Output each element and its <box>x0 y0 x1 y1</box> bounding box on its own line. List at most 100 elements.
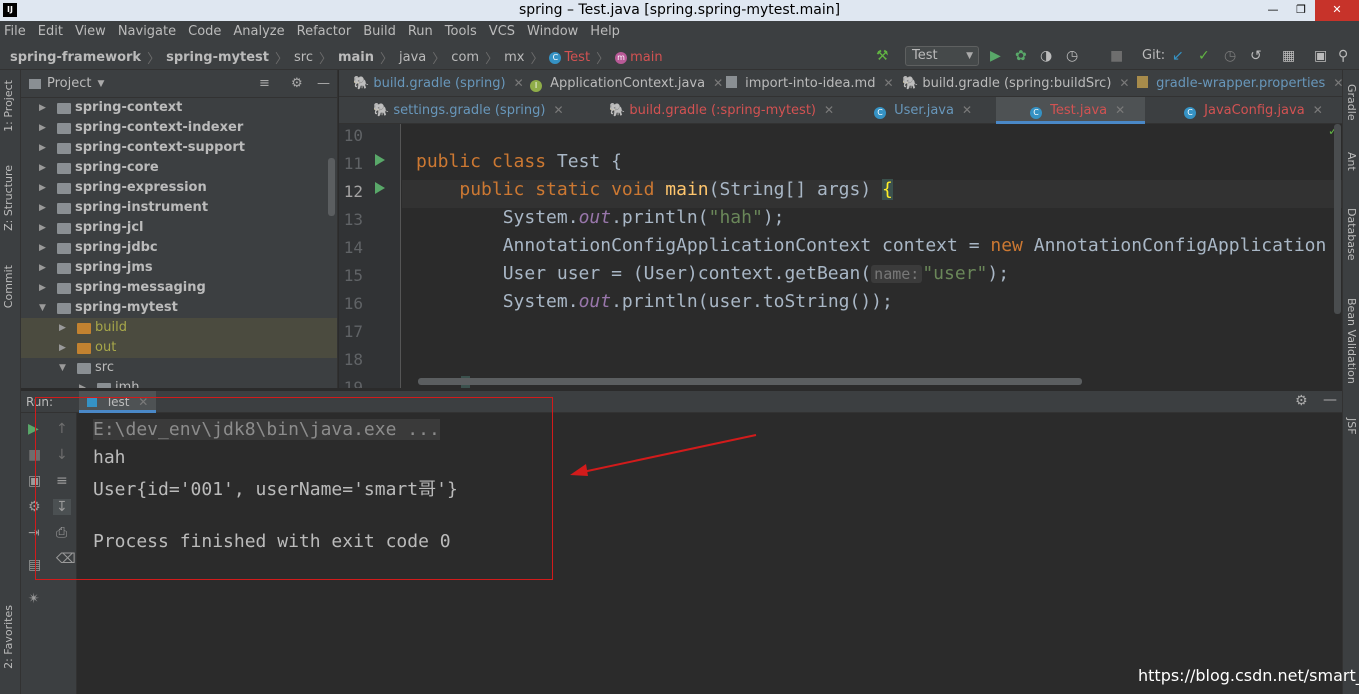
run-class-gutter-icon[interactable] <box>375 154 385 166</box>
project-panel-title[interactable]: Project <box>47 76 91 91</box>
editor-horizontal-scrollbar[interactable] <box>418 378 1082 385</box>
menu-code[interactable]: Code <box>188 24 221 39</box>
chevron-right-icon[interactable]: ▶ <box>39 138 46 158</box>
editor-vertical-scrollbar[interactable] <box>1334 124 1341 314</box>
git-commit-icon[interactable]: ✓ <box>1198 48 1210 64</box>
favorites-tool-tab[interactable]: 2: Favorites <box>2 605 15 669</box>
stop-icon[interactable]: ■ <box>1110 48 1123 64</box>
coverage-icon[interactable]: ◑ <box>1040 48 1052 64</box>
chevron-right-icon[interactable]: ▶ <box>39 258 46 278</box>
jsf-tool-tab[interactable]: JSF <box>1345 418 1358 435</box>
project-tree-item[interactable]: ▶ spring-jms <box>21 258 337 278</box>
chevron-right-icon[interactable]: ▶ <box>39 158 46 178</box>
tab-javaconfig-java[interactable]: C JavaConfig.java ✕ <box>1184 97 1323 124</box>
menu-analyze[interactable]: Analyze <box>233 24 284 39</box>
close-icon[interactable]: ✕ <box>713 76 723 90</box>
git-update-icon[interactable]: ↙ <box>1172 48 1184 64</box>
close-icon[interactable]: ✕ <box>514 76 524 90</box>
crumb-spring-mytest[interactable]: spring-mytest <box>166 50 269 65</box>
close-icon[interactable]: ✕ <box>1333 76 1343 90</box>
debug-icon[interactable]: ✿ <box>1015 48 1027 64</box>
chevron-right-icon[interactable]: ▶ <box>39 178 46 198</box>
project-tree-item[interactable]: ▶ spring-instrument <box>21 198 337 218</box>
menu-build[interactable]: Build <box>363 24 396 39</box>
hide-panel-icon[interactable]: — <box>1323 392 1337 408</box>
menu-file[interactable]: File <box>4 24 26 39</box>
git-history-icon[interactable]: ◷ <box>1224 48 1236 64</box>
chevron-down-icon[interactable]: ▼ <box>59 358 66 378</box>
chevron-right-icon[interactable]: ▶ <box>39 238 46 258</box>
close-icon[interactable]: ✕ <box>1115 103 1125 117</box>
close-icon[interactable]: ✕ <box>883 76 893 90</box>
run-configuration-select[interactable]: Test ▼ <box>905 46 979 66</box>
crumb-main[interactable]: main <box>338 50 374 65</box>
close-icon[interactable]: ✕ <box>824 103 834 117</box>
menu-help[interactable]: Help <box>590 24 620 39</box>
project-tree-item[interactable]: ▶ spring-core <box>21 158 337 178</box>
project-tree-item[interactable]: ▶ jmh <box>21 378 337 388</box>
crumb-com[interactable]: com <box>451 50 479 65</box>
close-icon[interactable]: ✕ <box>962 103 972 117</box>
crumb-spring-framework[interactable]: spring-framework <box>10 50 141 65</box>
tab-user-java[interactable]: C User.java ✕ <box>874 97 972 124</box>
gradle-tool-tab[interactable]: Gradle <box>1345 84 1358 121</box>
bean-validation-tool-tab[interactable]: Bean Validation <box>1345 298 1358 384</box>
menu-refactor[interactable]: Refactor <box>297 24 352 39</box>
ant-tool-tab[interactable]: Ant <box>1345 152 1358 171</box>
presentation-icon[interactable]: ▣ <box>1314 48 1327 64</box>
crumb-src[interactable]: src <box>294 50 313 65</box>
menu-vcs[interactable]: VCS <box>489 24 515 39</box>
pin-icon[interactable]: ✴ <box>28 591 40 607</box>
chevron-right-icon[interactable]: ▶ <box>39 218 46 238</box>
run-icon[interactable]: ▶ <box>990 48 1001 64</box>
gear-icon[interactable]: ⚙ <box>291 76 303 91</box>
commit-tool-tab[interactable]: Commit <box>2 265 15 308</box>
project-tree-item[interactable]: ▶ spring-expression <box>21 178 337 198</box>
structure-tool-tab[interactable]: Z: Structure <box>2 165 15 231</box>
menu-tools[interactable]: Tools <box>445 24 477 39</box>
run-method-gutter-icon[interactable] <box>375 182 385 194</box>
tab-gradle-wrapper-properties[interactable]: gradle-wrapper.properties ✕ <box>1137 70 1343 97</box>
git-rollback-icon[interactable]: ↺ <box>1250 48 1262 64</box>
tab-application-context[interactable]: I ApplicationContext.java ✕ <box>530 70 723 97</box>
tab-build-gradle-mytest[interactable]: 🐘 build.gradle (:spring-mytest) ✕ <box>609 97 834 124</box>
build-hammer-icon[interactable]: ⚒ <box>876 48 889 64</box>
crumb-java[interactable]: java <box>399 50 426 65</box>
project-tree-item[interactable]: ▶ spring-context-indexer <box>21 118 337 138</box>
project-tool-tab[interactable]: 1: Project <box>2 80 15 132</box>
minimize-button[interactable]: — <box>1259 0 1287 21</box>
chevron-right-icon[interactable]: ▶ <box>39 198 46 218</box>
crumb-test[interactable]: Test <box>564 50 590 65</box>
chevron-down-icon[interactable]: ▼ <box>39 298 46 318</box>
menu-view[interactable]: View <box>75 24 106 39</box>
menu-navigate[interactable]: Navigate <box>118 24 176 39</box>
menu-run[interactable]: Run <box>408 24 433 39</box>
project-tree-item[interactable]: ▶ spring-jcl <box>21 218 337 238</box>
project-scrollbar[interactable] <box>328 158 335 216</box>
project-structure-icon[interactable]: ▦ <box>1282 48 1295 64</box>
menu-window[interactable]: Window <box>527 24 578 39</box>
project-tree-item[interactable]: ▶ spring-context-support <box>21 138 337 158</box>
chevron-right-icon[interactable]: ▶ <box>39 278 46 298</box>
project-tree-item[interactable]: ▼ src <box>21 358 337 378</box>
project-tree-item[interactable]: ▶ out <box>21 338 337 358</box>
database-tool-tab[interactable]: Database <box>1345 208 1358 261</box>
project-tree-item[interactable]: ▶ spring-context <box>21 98 337 118</box>
search-everywhere-icon[interactable]: ⚲ <box>1338 48 1348 64</box>
close-icon[interactable]: ✕ <box>1313 103 1323 117</box>
maximize-button[interactable]: ❐ <box>1287 0 1315 21</box>
close-icon[interactable]: ✕ <box>1119 76 1129 90</box>
project-tree-item[interactable]: ▼ spring-mytest <box>21 298 337 318</box>
chevron-right-icon[interactable]: ▶ <box>59 338 66 358</box>
chevron-right-icon[interactable]: ▶ <box>79 378 86 388</box>
project-tree-item[interactable]: ▶ spring-jdbc <box>21 238 337 258</box>
tab-settings-gradle[interactable]: 🐘 settings.gradle (spring) ✕ <box>373 97 564 124</box>
hide-panel-icon[interactable]: — <box>317 76 330 91</box>
menu-edit[interactable]: Edit <box>38 24 63 39</box>
crumb-mx[interactable]: mx <box>504 50 524 65</box>
tab-build-gradle-spring[interactable]: 🐘 build.gradle (spring) ✕ <box>353 70 524 97</box>
chevron-right-icon[interactable]: ▶ <box>39 118 46 138</box>
collapse-all-icon[interactable]: ≡ <box>259 76 270 91</box>
crumb-main-method[interactable]: main <box>630 50 662 65</box>
gear-icon[interactable]: ⚙ <box>1295 393 1308 409</box>
